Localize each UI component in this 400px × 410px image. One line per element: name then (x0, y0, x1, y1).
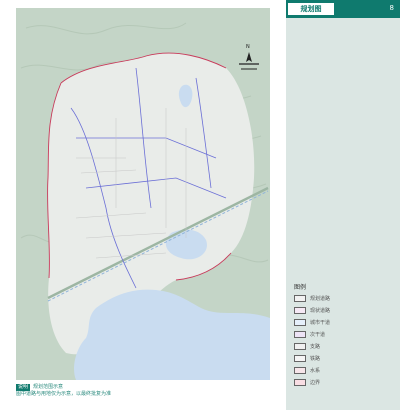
legend-label: 次干道 (310, 332, 326, 338)
legend-item: 铁路 (294, 354, 394, 363)
legend-swatch (294, 355, 306, 362)
legend-item: 支路 (294, 342, 394, 351)
legend-item: 水系 (294, 366, 394, 375)
map-canvas[interactable] (16, 8, 270, 380)
legend-swatch (294, 367, 306, 374)
caption-tag: 说明 (16, 384, 31, 391)
legend-label: 城市干道 (310, 320, 331, 326)
legend-label: 规划道路 (310, 296, 331, 302)
north-arrow-icon (239, 52, 259, 70)
compass: N (237, 44, 261, 78)
legend-label: 铁路 (310, 356, 321, 362)
legend-list: 规划道路现状道路城市干道次干道支路铁路水系边界 (294, 294, 394, 387)
legend-label: 水系 (310, 368, 321, 374)
compass-label: N (246, 44, 250, 50)
legend-label: 边界 (310, 380, 321, 386)
caption-line1: 规划范围示意 (33, 384, 64, 390)
legend-title: 图例 (294, 284, 307, 291)
legend-swatch (294, 343, 306, 350)
right-panel: 规划图 8 图例 规划道路现状道路城市干道次干道支路铁路水系边界 (286, 0, 400, 410)
legend-swatch (294, 295, 306, 302)
legend-swatch (294, 331, 306, 338)
legend-swatch (294, 307, 306, 314)
legend-label: 现状道路 (310, 308, 331, 314)
caption-line2: 图中道路与用地仅为示意，以最终批复为准 (16, 391, 112, 397)
map-panel[interactable]: N (16, 8, 270, 380)
legend: 图例 规划道路现状道路城市干道次干道支路铁路水系边界 (294, 282, 394, 390)
legend-swatch (294, 379, 306, 386)
legend-label: 支路 (310, 344, 321, 350)
legend-swatch (294, 319, 306, 326)
legend-item: 现状道路 (294, 306, 394, 315)
legend-item: 规划道路 (294, 294, 394, 303)
header-strip: 规划图 8 (286, 0, 400, 18)
page-number: 8 (389, 4, 394, 12)
map-caption: 说明 规划范围示意 图中道路与用地仅为示意，以最终批复为准 (16, 384, 276, 398)
legend-item: 城市干道 (294, 318, 394, 327)
page-title: 规划图 (288, 3, 334, 15)
legend-item: 边界 (294, 378, 394, 387)
legend-item: 次干道 (294, 330, 394, 339)
